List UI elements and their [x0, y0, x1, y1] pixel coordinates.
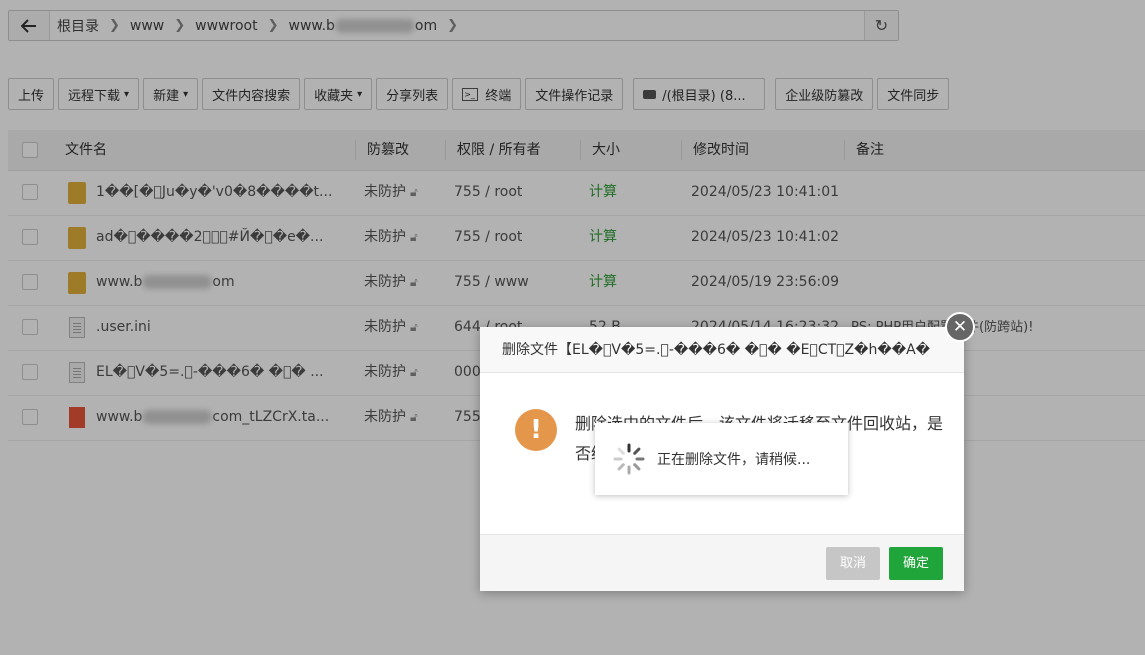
- close-icon: ✕: [952, 317, 968, 337]
- file-manager: 根目录 ❯ www ❯ wwwroot ❯ www.b om ❯ ↻ 上传 远程下…: [0, 0, 1145, 655]
- dialog-title: 删除文件【EL� V�5=. -���6� � � �E CT Z�h��A�: [502, 342, 931, 358]
- dialog-header: 删除文件【EL� V�5=. -���6� � � �E CT Z�h��A�: [480, 327, 964, 373]
- loading-toast: 正在删除文件，请稍候...: [595, 423, 848, 495]
- confirm-button[interactable]: 确定: [889, 547, 943, 580]
- loading-text: 正在删除文件，请稍候...: [657, 452, 811, 468]
- cancel-button[interactable]: 取消: [826, 547, 880, 580]
- dialog-footer: 取消 确定: [480, 534, 964, 591]
- close-button[interactable]: ✕: [945, 312, 975, 342]
- spinner-icon: [613, 443, 645, 475]
- warning-icon: !: [515, 409, 557, 451]
